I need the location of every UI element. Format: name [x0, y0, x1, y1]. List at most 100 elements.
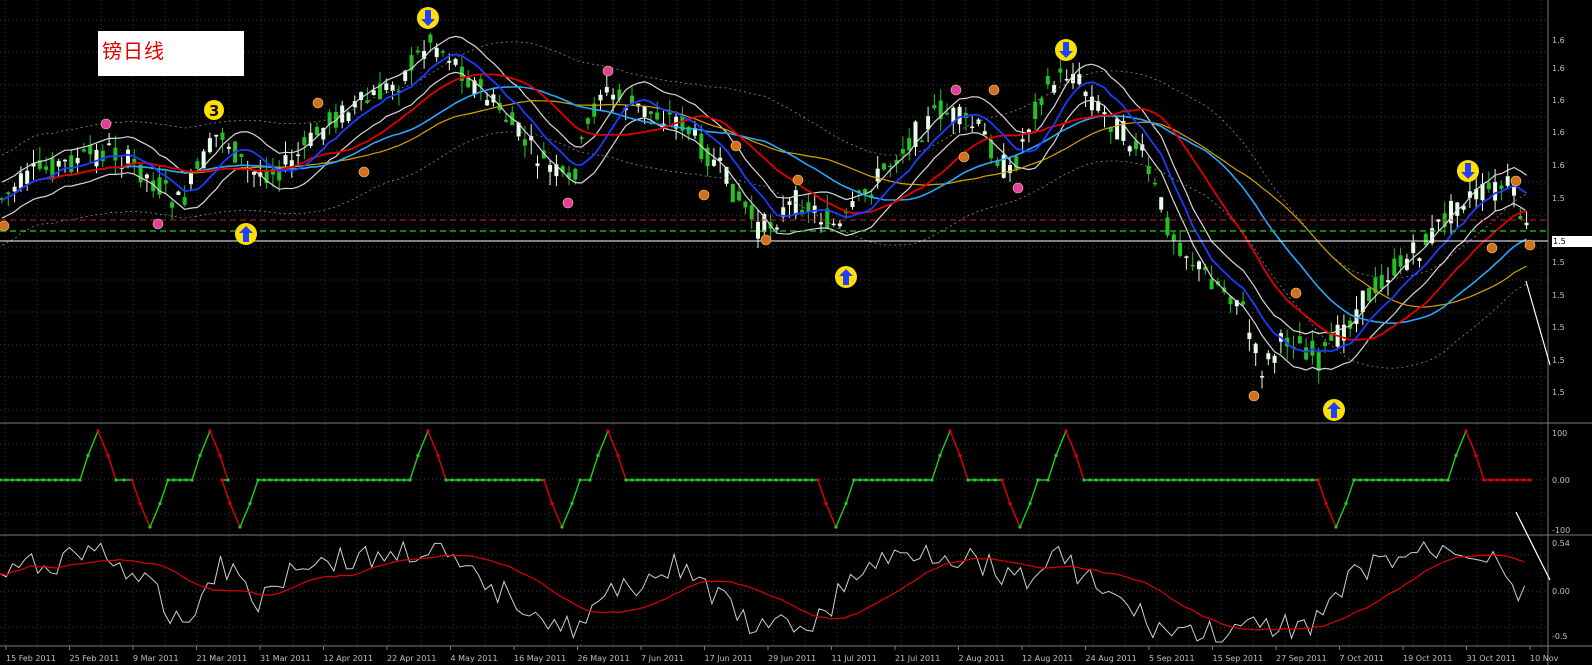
candle-body — [1304, 347, 1309, 360]
signal-marker-dot — [1486, 242, 1498, 254]
oscillator-1-dot — [1008, 501, 1012, 506]
signal-marker-dot — [730, 140, 742, 152]
candle-body — [1505, 176, 1510, 186]
oscillator-1-dot — [1396, 478, 1400, 482]
candles — [0, 32, 1529, 389]
candle-body — [1127, 146, 1132, 152]
candle-body — [1058, 68, 1063, 73]
oscillator-1-dot — [708, 478, 712, 482]
candle-body — [1386, 280, 1390, 283]
date-axis-label: 21 Jul 2011 — [895, 654, 940, 663]
oscillator-1-dot — [1508, 478, 1512, 482]
candle-body — [126, 149, 130, 164]
chart-root: 1.6 1.6 1.6 1.6 1.6 1.5 1.5 1.5 1.5 1.5 1.5 100 0.00… — [0, 0, 1592, 665]
oscillator-1-dot — [256, 478, 260, 482]
date-axis-label: 19 Oct 2011 — [1403, 654, 1452, 663]
candle-body — [504, 119, 508, 122]
oscillator-1-dot — [511, 478, 515, 482]
oscillator-1-dot — [1082, 478, 1086, 482]
oscillator-1-dot — [184, 478, 188, 482]
osc2-axis-label: 0.54 — [1552, 539, 1570, 548]
oscillator-1-dot — [1088, 478, 1092, 482]
projection-line — [1515, 511, 1551, 581]
oscillator-1-dot — [1232, 478, 1236, 482]
oscillator-1-dot — [792, 478, 796, 482]
oscillator-1-dot — [678, 478, 682, 482]
oscillator-1-dot — [1383, 478, 1387, 482]
oscillator-1-dot — [1214, 478, 1218, 482]
oscillator-1-dot — [888, 478, 892, 482]
current-price-tag: 1.5 — [1552, 236, 1592, 247]
candle-body — [434, 47, 439, 58]
oscillator-1-dot — [72, 478, 76, 482]
candle-body — [1241, 301, 1246, 305]
candle-body — [195, 161, 200, 169]
candle-body — [1297, 336, 1302, 344]
oscillator-1-dot — [550, 501, 554, 506]
oscillator-1-dot — [912, 478, 916, 482]
oscillator-1-dot — [47, 478, 51, 482]
candle-body — [945, 112, 949, 115]
oscillator-1-dot — [1250, 478, 1254, 482]
candle-body — [1152, 182, 1157, 185]
oscillator-1-dot — [280, 478, 284, 482]
oscillator-1-dot — [1262, 478, 1266, 482]
oscillator-1-dot — [810, 478, 814, 482]
date-axis-label: 22 Apr 2011 — [387, 654, 436, 663]
oscillator-1-dot — [696, 478, 700, 482]
oscillator-1-dot — [1196, 478, 1200, 482]
oscillator-1-dot — [1018, 525, 1022, 529]
oscillator-1-dot — [390, 478, 394, 482]
candle-body — [1020, 139, 1025, 142]
oscillator-1-dot — [672, 478, 676, 482]
candle-body — [25, 170, 30, 185]
oscillator-1-dot — [1064, 429, 1068, 433]
candle-body — [170, 202, 175, 208]
buy-arrow-icon — [235, 223, 257, 245]
oscillator-1-dot — [980, 478, 984, 482]
oscillator-1-dot — [1136, 478, 1140, 482]
oscillator-1-dot — [1358, 478, 1362, 482]
oscillator-1-dot — [1274, 478, 1278, 482]
candle-body — [1436, 219, 1441, 222]
osc2-axis-label: 0.00 — [1552, 587, 1570, 596]
oscillator-1-dot — [1178, 478, 1182, 482]
candle-body — [1367, 287, 1372, 302]
signal-marker-dot — [0, 220, 10, 232]
oscillator-1-dot — [138, 501, 142, 506]
candle-body — [1077, 74, 1082, 85]
oscillator-1-dot — [456, 478, 460, 482]
ma-cyan-line — [1, 86, 1527, 325]
signal-marker-dot — [950, 84, 962, 96]
oscillator-1-dot — [1402, 478, 1406, 482]
sell-arrow-icon — [1055, 39, 1077, 61]
oscillator-1-dot — [268, 478, 272, 482]
oscillator-1-dot — [462, 478, 466, 482]
oscillator-1-dot — [384, 478, 388, 482]
price-axis-label: 1.6 — [1552, 161, 1565, 170]
oscillator-1-dot — [1344, 501, 1348, 506]
candle-body — [214, 134, 219, 137]
oscillator-1-dot — [1454, 453, 1458, 458]
oscillator-1-dot — [158, 501, 162, 506]
oscillator-1-dot — [1106, 478, 1110, 482]
candle-body — [1102, 112, 1107, 115]
candle-body — [1272, 355, 1277, 363]
date-axis-label: 25 Feb 2011 — [70, 654, 120, 663]
candle-body — [1486, 182, 1491, 190]
sell-arrow-icon — [417, 7, 439, 29]
oscillator-1-dot — [948, 429, 952, 433]
candle-body — [182, 197, 187, 205]
ma-red-line — [1, 73, 1527, 341]
date-axis-label: 5 Sep 2011 — [1149, 654, 1195, 663]
oscillator-1-dot — [1118, 478, 1122, 482]
oscillator-1-dot — [317, 478, 321, 482]
oscillator-1-dot — [1124, 478, 1128, 482]
oscillator-1-dot — [1094, 478, 1098, 482]
oscillator-1-dot — [738, 478, 742, 482]
date-axis-label: 11 Jul 2011 — [832, 654, 877, 663]
candle-body — [1499, 185, 1504, 189]
oscillator-1-dot — [726, 478, 730, 482]
oscillator-1-dot — [130, 478, 134, 482]
candle-body — [69, 155, 74, 173]
